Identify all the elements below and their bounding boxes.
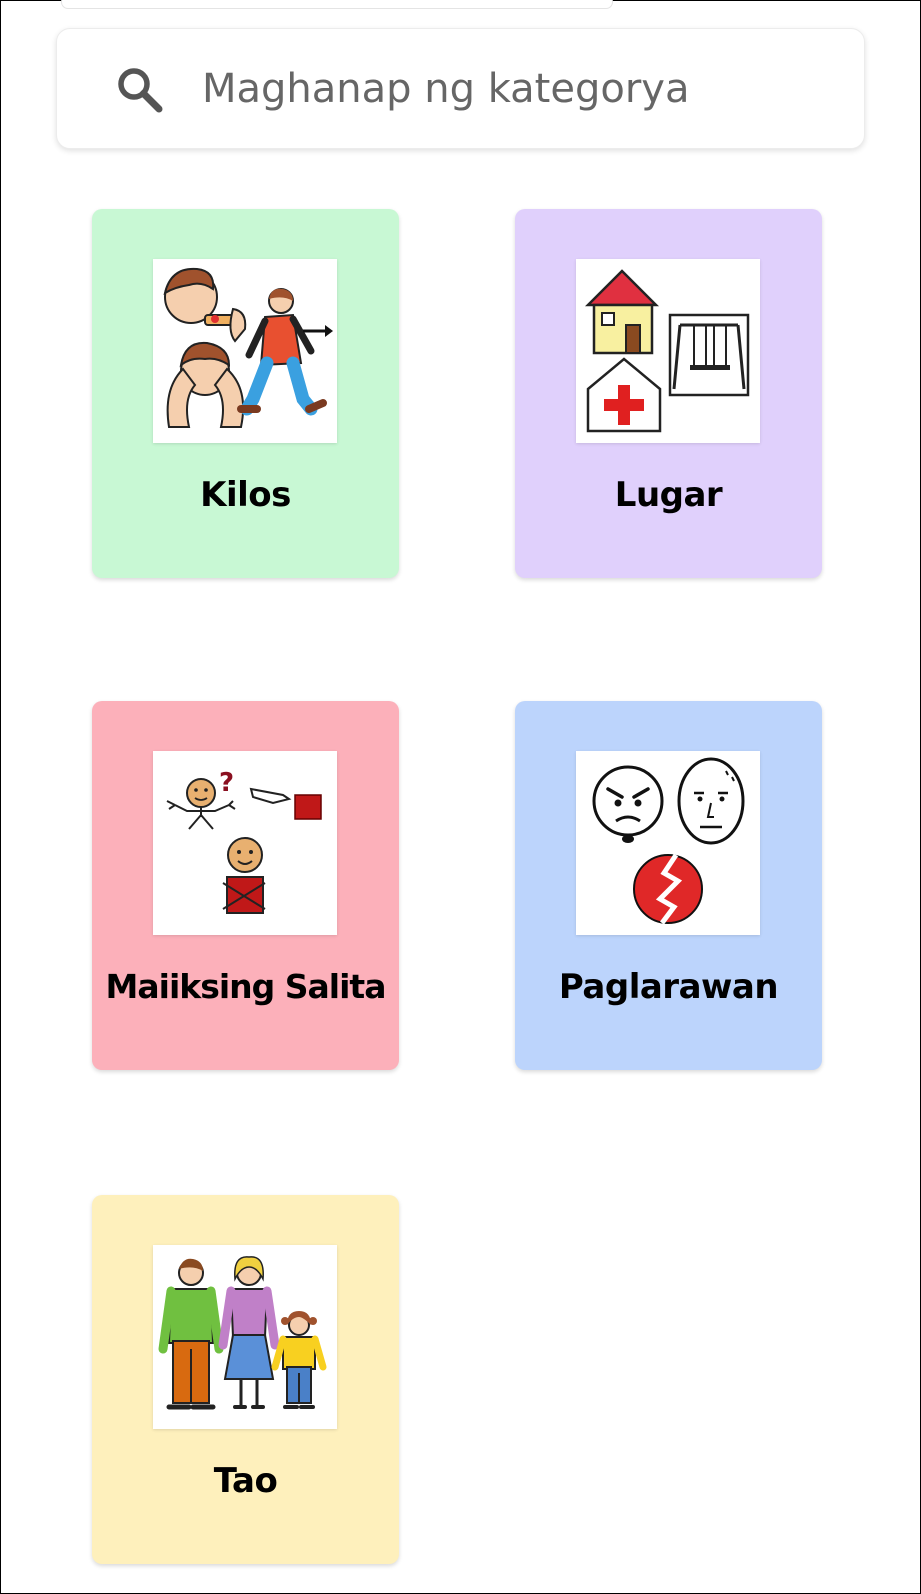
category-label: Maiiksing Salita [105, 967, 387, 1006]
category-card-paglarawan[interactable]: Paglarawan [515, 701, 822, 1070]
search-input[interactable] [202, 53, 822, 125]
app-screen: Kilos [0, 0, 921, 1594]
category-image [576, 751, 760, 935]
search-icon[interactable] [115, 65, 165, 115]
search-bar[interactable] [56, 28, 865, 149]
category-image: ? [153, 751, 337, 935]
short-words-icon: ? [166, 768, 322, 914]
category-card-lugar[interactable]: Lugar [515, 209, 822, 578]
category-card-tao[interactable]: Tao [92, 1195, 399, 1564]
category-label: Lugar [614, 475, 723, 515]
category-card-kilos[interactable]: Kilos [92, 209, 399, 578]
category-label: Tao [213, 1461, 278, 1501]
category-card-maiiksing-salita[interactable]: ? Maiiksing Salita [92, 701, 399, 1070]
previous-card-edge [61, 0, 613, 9]
category-image [576, 259, 760, 443]
describe-icon [592, 757, 745, 925]
svg-text:?: ? [219, 768, 234, 798]
category-label: Kilos [200, 475, 291, 515]
category-image [153, 259, 337, 443]
places-icon [584, 269, 750, 433]
people-icon [158, 1256, 327, 1410]
category-image [153, 1245, 337, 1429]
actions-icon [163, 267, 333, 428]
category-label: Paglarawan [558, 967, 779, 1007]
